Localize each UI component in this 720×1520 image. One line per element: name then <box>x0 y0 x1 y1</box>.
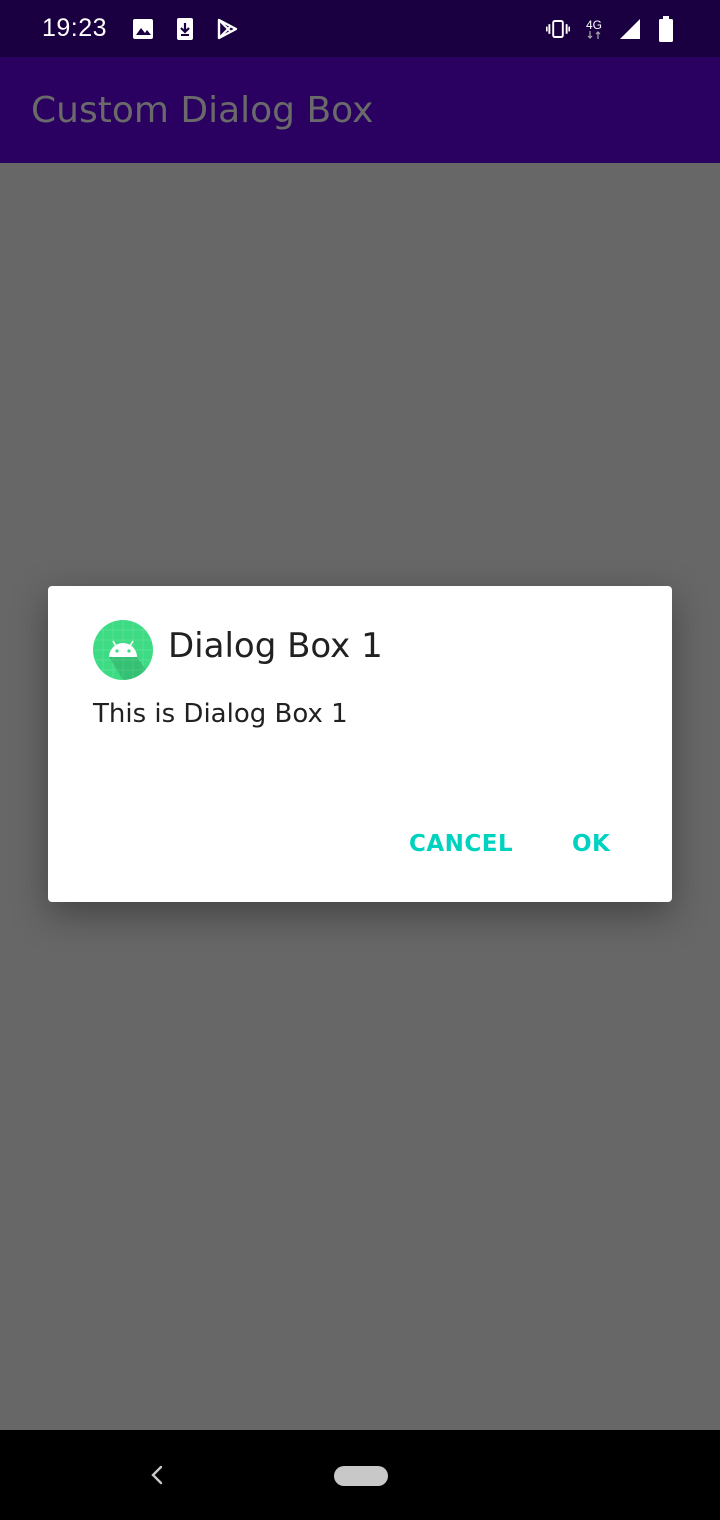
status-system-icons: 4G <box>546 15 678 42</box>
dialog-message: This is Dialog Box 1 <box>93 699 348 729</box>
ok-button[interactable]: OK <box>572 826 610 862</box>
cancel-button[interactable]: CANCEL <box>409 826 513 862</box>
vibrate-icon <box>546 17 570 41</box>
dialog: Dialog Box 1 This is Dialog Box 1 CANCEL… <box>48 586 672 902</box>
status-time: 19:23 <box>42 14 108 42</box>
play-store-icon <box>215 17 239 41</box>
dialog-title: Dialog Box 1 <box>168 626 383 666</box>
status-bar: 19:23 4G <box>0 0 720 57</box>
navigation-bar <box>0 1430 720 1520</box>
download-icon <box>173 17 197 41</box>
battery-icon <box>654 15 678 42</box>
network-4g-icon: 4G <box>582 17 606 41</box>
network-label: 4G <box>585 17 602 32</box>
status-notification-icons <box>131 17 239 41</box>
home-pill[interactable] <box>334 1466 388 1486</box>
signal-icon <box>618 17 642 41</box>
image-icon <box>131 17 155 41</box>
android-icon <box>93 620 153 680</box>
app-title: Custom Dialog Box <box>31 89 374 131</box>
app-bar: Custom Dialog Box <box>0 57 720 163</box>
back-icon[interactable] <box>146 1461 168 1489</box>
